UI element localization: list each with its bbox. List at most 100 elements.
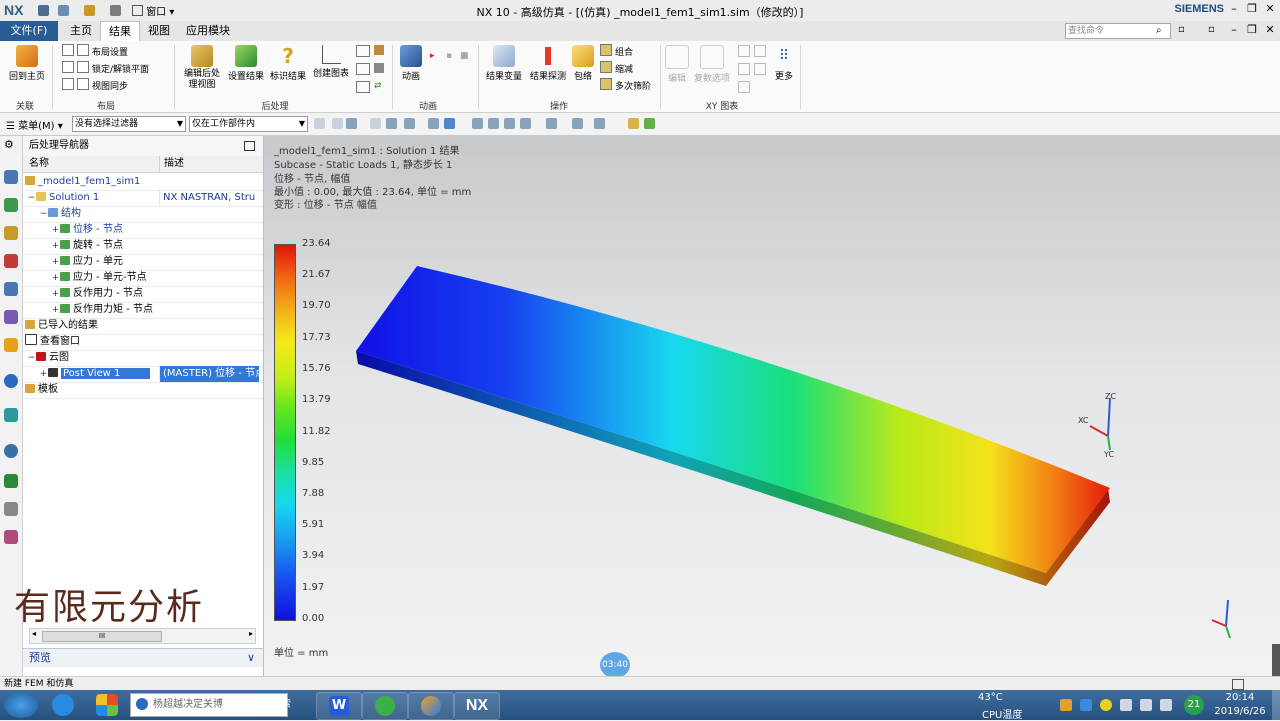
tree-row-post-view[interactable]: + Post View 1 (MASTER) 位移 - 节点 <box>23 366 263 383</box>
ribbon-options-icon[interactable]: ▫ <box>1208 24 1215 35</box>
select-tool-icon[interactable] <box>314 118 325 129</box>
part-navigator-icon[interactable] <box>4 170 18 184</box>
maximize-icon[interactable] <box>244 141 255 151</box>
preview-panel-header[interactable]: 预览 ∨ <box>23 648 263 667</box>
nx-app-button[interactable]: NX <box>454 692 500 720</box>
tree-row-solution[interactable]: − Solution 1 NX NASTRAN, Stru <box>23 190 263 207</box>
expand-icon[interactable]: + <box>51 286 60 302</box>
constraint-icon[interactable] <box>4 282 18 296</box>
tree-row-result[interactable]: + 应力 - 单元-节点 <box>23 270 263 287</box>
expand-icon[interactable]: + <box>39 366 48 382</box>
view-tool-icon[interactable] <box>644 118 655 129</box>
tray-icon[interactable] <box>1120 699 1132 711</box>
post-navigator-icon[interactable] <box>4 198 18 212</box>
doc-minimize-button[interactable]: – <box>1226 23 1242 36</box>
scroll-left-icon[interactable]: ◂ <box>32 629 36 638</box>
tree-row-result[interactable]: + 位移 - 节点 <box>23 222 263 239</box>
tab-results[interactable]: 结果 <box>100 21 140 42</box>
browser-app-button[interactable] <box>362 692 408 720</box>
reuse-library-icon[interactable] <box>4 408 18 422</box>
gear-icon[interactable]: ⚙ <box>4 138 18 152</box>
restore-button[interactable]: ❐ <box>1244 2 1260 15</box>
reduce-item[interactable]: 缩减 <box>600 61 656 75</box>
view-tool-icon[interactable] <box>504 118 515 129</box>
taskbar-search-input[interactable]: 杨超越决定关博 <box>130 693 288 717</box>
collapse-icon[interactable]: − <box>27 350 36 366</box>
undo-icon[interactable] <box>58 5 69 16</box>
shape-icon[interactable] <box>374 63 384 73</box>
table-icon[interactable] <box>356 81 370 93</box>
ie-browser-icon[interactable] <box>52 694 74 716</box>
text-annotation-icon[interactable] <box>356 63 370 75</box>
minimize-button[interactable]: – <box>1226 2 1242 15</box>
expand-icon[interactable]: + <box>51 238 60 254</box>
tab-home[interactable]: 主页 <box>62 21 100 41</box>
media-app-button[interactable] <box>408 692 454 720</box>
horizontal-scrollbar[interactable]: ◂ III ▸ <box>29 628 256 644</box>
tree-row-result[interactable]: + 应力 - 单元 <box>23 254 263 271</box>
chart-option-icon[interactable] <box>738 81 750 93</box>
history-icon[interactable] <box>4 374 18 388</box>
view-tool-icon[interactable] <box>472 118 483 129</box>
back-to-home-button[interactable]: 回到主页 <box>4 43 50 82</box>
envelope-button[interactable]: 包络 <box>570 43 596 82</box>
marker-icon[interactable] <box>374 45 384 55</box>
select-tool-icon[interactable] <box>370 118 381 129</box>
scroll-right-icon[interactable]: ▸ <box>249 629 253 638</box>
combine-item[interactable]: 组合 <box>600 44 656 58</box>
collapse-icon[interactable]: − <box>27 190 36 206</box>
model-navigator-icon[interactable] <box>4 254 18 268</box>
tree-row-model[interactable]: _model1_fem1_sim1 <box>23 174 263 191</box>
arrows-icon[interactable]: ⇄ <box>374 81 382 91</box>
system-materials-icon[interactable] <box>4 530 18 544</box>
edit-post-view-button[interactable]: 编辑后处理视图 <box>180 43 224 91</box>
search-icon[interactable]: ⌕ <box>1156 25 1162 36</box>
result-probe-button[interactable]: 结果探测 <box>528 43 568 82</box>
tree-row-result[interactable]: + 反作用力 - 节点 <box>23 286 263 303</box>
start-button[interactable] <box>4 692 38 718</box>
tree-row-result[interactable]: + 旋转 - 节点 <box>23 238 263 255</box>
palette-icon[interactable] <box>4 474 18 488</box>
view-tool-icon[interactable] <box>594 118 605 129</box>
result-variable-button[interactable]: 结果变量 <box>484 43 524 82</box>
volume-icon[interactable] <box>1160 699 1172 711</box>
multi-filter-item[interactable]: 多次筛阶 <box>600 78 656 92</box>
network-icon[interactable] <box>1140 699 1152 711</box>
stop-icon[interactable]: ■ <box>460 51 469 61</box>
edit-chart-button[interactable]: 编辑 <box>664 43 690 84</box>
help-icon[interactable]: ▫ <box>1178 24 1185 35</box>
layout-settings-item[interactable]: 布局设置 <box>62 44 172 58</box>
tree-row-structure[interactable]: − 结构 <box>23 206 263 223</box>
lock-plane-item[interactable]: 锁定/解锁平面 <box>62 61 172 75</box>
expand-icon[interactable]: + <box>51 254 60 270</box>
sim-navigator-icon[interactable] <box>4 226 18 240</box>
tray-icon[interactable] <box>1100 699 1112 711</box>
doc-restore-button[interactable]: ❐ <box>1244 23 1260 36</box>
chart-option-icon[interactable] <box>754 45 766 57</box>
tree-row-imported[interactable]: 已导入的结果 <box>23 318 263 335</box>
expand-icon[interactable]: + <box>51 302 60 318</box>
file-menu[interactable]: 文件(F) <box>0 21 58 41</box>
clock-icon[interactable] <box>4 444 18 458</box>
scroll-thumb[interactable]: III <box>42 631 162 642</box>
select-tool-icon[interactable] <box>404 118 415 129</box>
select-tool-icon[interactable] <box>444 118 455 129</box>
chart-option-icon[interactable] <box>738 45 750 57</box>
repeat-command-icon[interactable] <box>110 5 121 16</box>
window-menu[interactable]: 窗口 ▾ <box>132 3 174 18</box>
close-button[interactable]: ✕ <box>1262 2 1278 15</box>
create-chart-button[interactable]: 创建图表 <box>310 43 352 79</box>
view-sync-item[interactable]: 视图同步 <box>62 78 172 92</box>
selection-filter-select[interactable]: 没有选择过滤器 ▼ <box>72 116 186 132</box>
more-button[interactable]: ⠿ 更多 <box>770 43 798 82</box>
collapse-icon[interactable]: − <box>39 206 48 222</box>
clock-time[interactable]: 20:14 <box>1216 692 1264 703</box>
save-icon[interactable] <box>38 5 49 16</box>
tree-row-viewports[interactable]: 查看窗口 <box>23 334 263 351</box>
select-tool-icon[interactable] <box>428 118 439 129</box>
view-tool-icon[interactable] <box>572 118 583 129</box>
column-desc-header[interactable]: 描述 <box>159 156 184 172</box>
scope-select[interactable]: 仅在工作部件内 ▼ <box>189 116 308 132</box>
taskbar-search-button[interactable]: 搜索 <box>266 693 296 717</box>
view-tool-icon[interactable] <box>520 118 531 129</box>
